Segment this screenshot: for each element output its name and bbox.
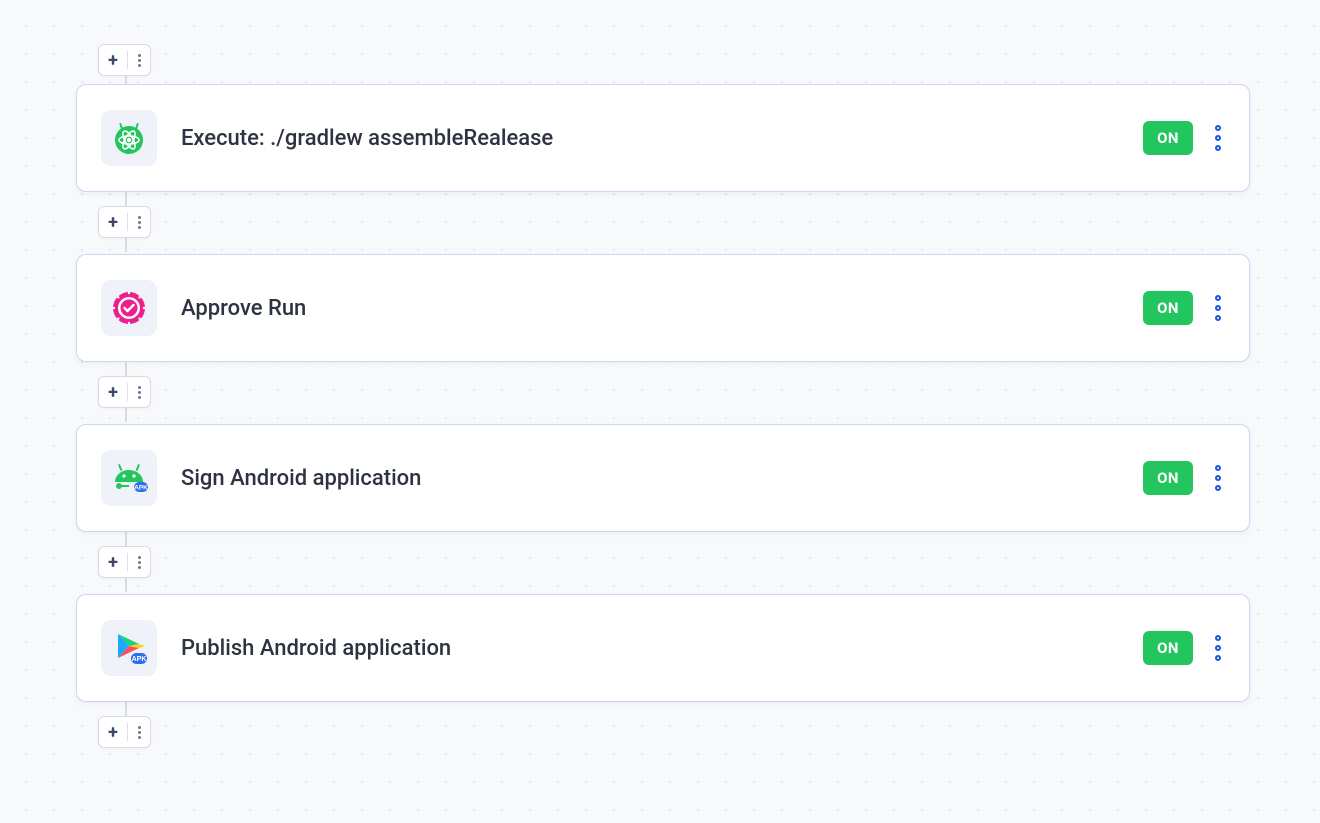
plus-icon: + — [108, 50, 118, 71]
step-title: Sign Android application — [181, 466, 1143, 491]
workflow-list: + Execute: ./gr — [76, 38, 1250, 754]
play-store-icon: APK — [101, 620, 157, 676]
kebab-dot-icon — [1215, 295, 1221, 301]
add-step-menu: + — [98, 44, 151, 76]
connector-row: + — [76, 702, 1250, 754]
add-step-options-button[interactable] — [128, 377, 150, 407]
add-step-menu: + — [98, 716, 151, 748]
step-card[interactable]: Execute: ./gradlew assembleRealease ON — [76, 84, 1250, 192]
plus-icon: + — [108, 722, 118, 743]
kebab-dot — [138, 54, 141, 57]
kebab-dot — [138, 64, 141, 67]
kebab-dot — [138, 386, 141, 389]
kebab-dot — [138, 221, 141, 224]
kebab-dot — [138, 391, 141, 394]
step-enabled-toggle[interactable]: ON — [1143, 121, 1193, 155]
add-step-options-button[interactable] — [128, 717, 150, 747]
kebab-dot-icon — [1215, 645, 1221, 651]
step-options-button[interactable] — [1211, 629, 1225, 667]
add-step-button[interactable]: + — [99, 377, 127, 407]
add-step-button[interactable]: + — [99, 717, 127, 747]
add-step-menu: + — [98, 376, 151, 408]
step-options-button[interactable] — [1211, 459, 1225, 497]
kebab-dot — [138, 59, 141, 62]
add-step-options-button[interactable] — [128, 45, 150, 75]
kebab-dot-icon — [1215, 135, 1221, 141]
kebab-dot-icon — [1215, 125, 1221, 131]
plus-icon: + — [108, 212, 118, 233]
kebab-dot-icon — [1215, 475, 1221, 481]
kebab-dot — [138, 726, 141, 729]
android-sign-icon: APK — [101, 450, 157, 506]
kebab-dot — [138, 731, 141, 734]
kebab-dot-icon — [1215, 485, 1221, 491]
connector-row: + — [76, 532, 1250, 594]
connector-row: + — [76, 38, 1250, 84]
svg-text:APK: APK — [132, 656, 147, 663]
step-card[interactable]: APK Sign Android application ON — [76, 424, 1250, 532]
approve-badge-icon — [101, 280, 157, 336]
step-options-button[interactable] — [1211, 289, 1225, 327]
kebab-dot-icon — [1215, 145, 1221, 151]
step-title: Publish Android application — [181, 636, 1143, 661]
add-step-options-button[interactable] — [128, 207, 150, 237]
kebab-dot-icon — [1215, 315, 1221, 321]
kebab-dot — [138, 736, 141, 739]
step-title: Execute: ./gradlew assembleRealease — [181, 126, 1143, 151]
react-android-icon — [101, 110, 157, 166]
kebab-dot — [138, 396, 141, 399]
kebab-dot — [138, 556, 141, 559]
kebab-dot — [138, 561, 141, 564]
step-enabled-toggle[interactable]: ON — [1143, 461, 1193, 495]
step-options-button[interactable] — [1211, 119, 1225, 157]
add-step-menu: + — [98, 206, 151, 238]
svg-text:APK: APK — [134, 485, 148, 492]
kebab-dot — [138, 216, 141, 219]
kebab-dot-icon — [1215, 655, 1221, 661]
connector-row: + — [76, 362, 1250, 424]
step-card[interactable]: APK Publish Android application ON — [76, 594, 1250, 702]
kebab-dot-icon — [1215, 465, 1221, 471]
add-step-button[interactable]: + — [99, 207, 127, 237]
add-step-options-button[interactable] — [128, 547, 150, 577]
add-step-button[interactable]: + — [99, 547, 127, 577]
add-step-button[interactable]: + — [99, 45, 127, 75]
step-enabled-toggle[interactable]: ON — [1143, 631, 1193, 665]
plus-icon: + — [108, 552, 118, 573]
kebab-dot — [138, 226, 141, 229]
step-enabled-toggle[interactable]: ON — [1143, 291, 1193, 325]
add-step-menu: + — [98, 546, 151, 578]
connector-row: + — [76, 192, 1250, 254]
plus-icon: + — [108, 382, 118, 403]
step-card[interactable]: Approve Run ON — [76, 254, 1250, 362]
kebab-dot-icon — [1215, 635, 1221, 641]
kebab-dot — [138, 566, 141, 569]
step-title: Approve Run — [181, 296, 1143, 321]
kebab-dot-icon — [1215, 305, 1221, 311]
